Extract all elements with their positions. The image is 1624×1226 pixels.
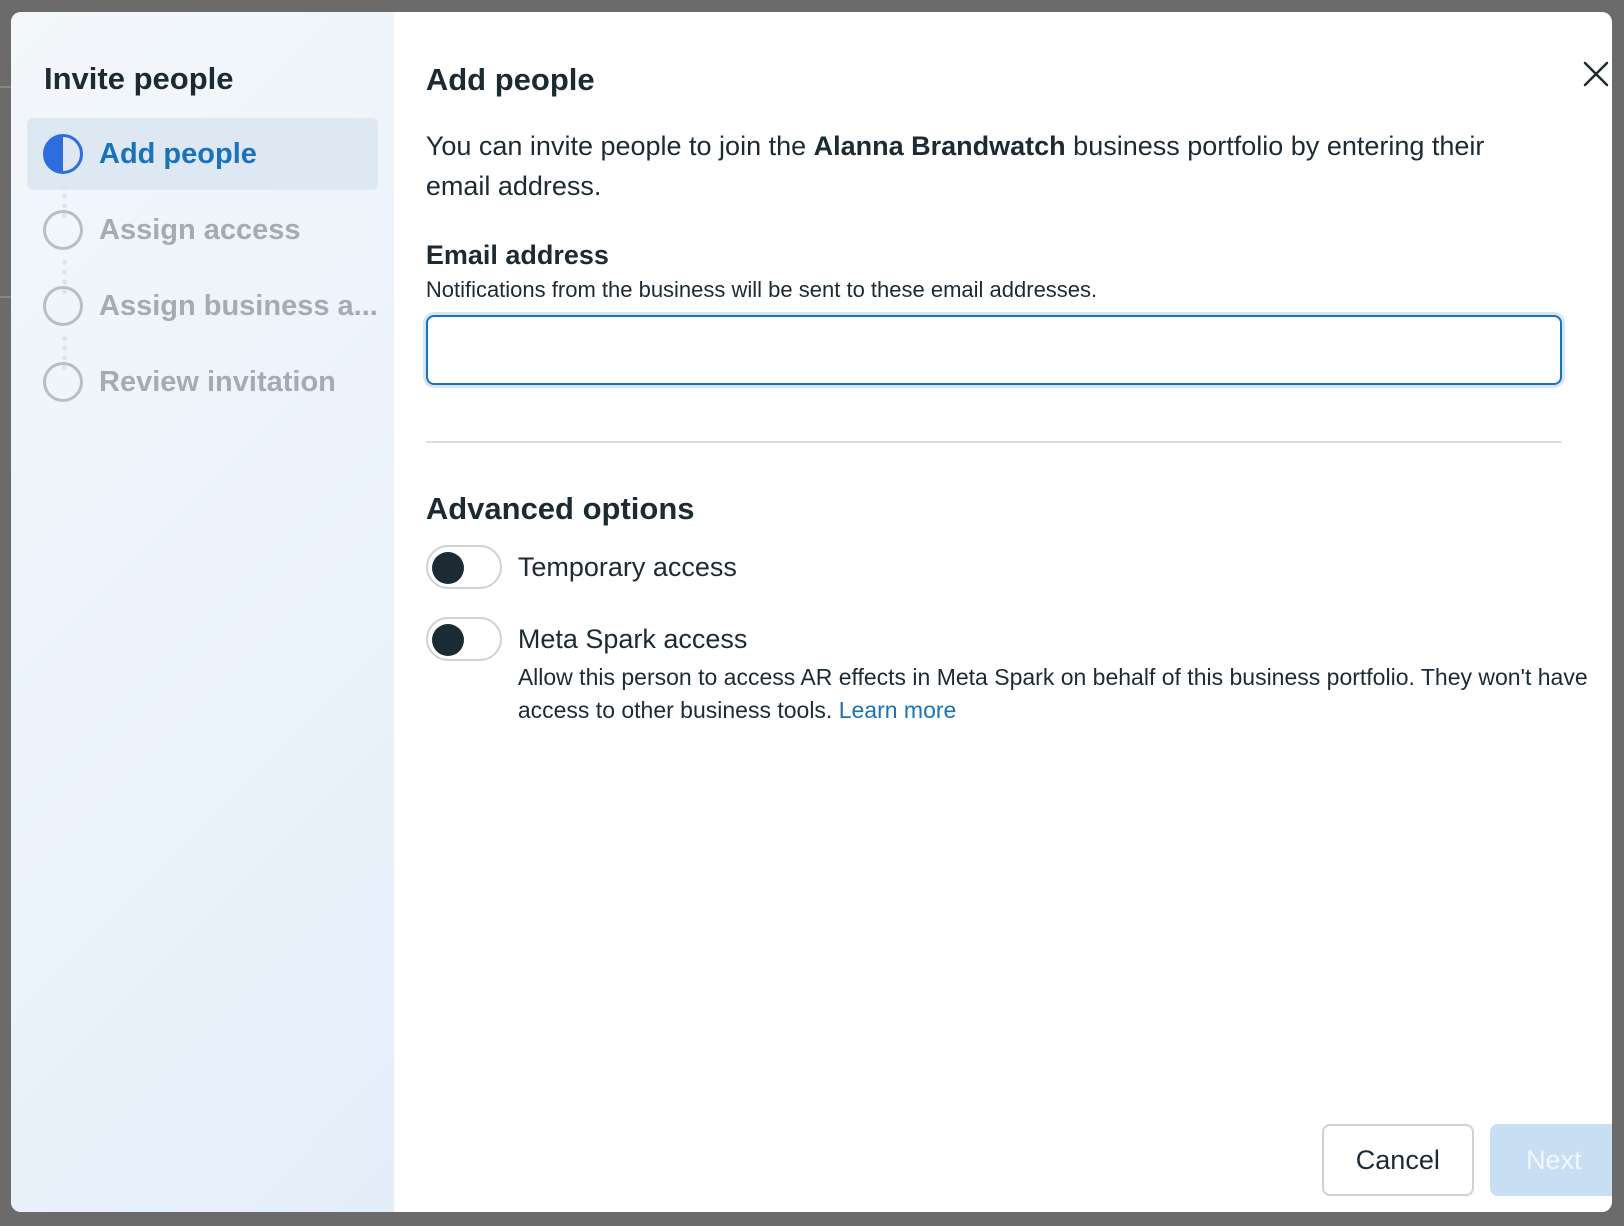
step-connector — [62, 260, 67, 294]
step-assign-access[interactable]: Assign access — [27, 194, 378, 266]
advanced-options-title: Advanced options — [425, 491, 695, 526]
step-label: Add people — [99, 137, 257, 170]
page-title: Add people — [425, 62, 595, 97]
toggle-knob — [431, 624, 464, 656]
step-label: Assign access — [99, 213, 301, 246]
meta-spark-description: Allow this person to access AR effects i… — [518, 661, 1612, 727]
intro-text: You can invite people to join the Alanna… — [426, 126, 1526, 206]
email-input[interactable] — [425, 315, 1562, 385]
email-label: Email address — [425, 240, 609, 270]
step-connector — [62, 336, 67, 370]
step-connector — [62, 184, 67, 218]
temporary-access-toggle[interactable] — [425, 545, 502, 589]
step-add-people[interactable]: Add people — [27, 118, 378, 190]
learn-more-link[interactable]: Learn more — [839, 697, 957, 723]
sidebar-title: Invite people — [44, 61, 234, 96]
dialog-footer: Cancel Next — [1321, 1124, 1612, 1196]
next-button[interactable]: Next — [1489, 1124, 1612, 1196]
temporary-access-row: Temporary access — [425, 545, 1612, 589]
step-label: Assign business a... — [99, 289, 378, 322]
step-review-invitation[interactable]: Review invitation — [27, 346, 378, 418]
toggle-text: Temporary access — [518, 545, 737, 589]
toggle-knob — [431, 552, 464, 584]
toggle-text: Meta Spark access Allow this person to a… — [518, 617, 1612, 727]
step-assign-business-assets[interactable]: Assign business a... — [27, 270, 378, 342]
step-label: Review invitation — [99, 365, 336, 398]
meta-spark-access-row: Meta Spark access Allow this person to a… — [425, 617, 1612, 727]
add-people-panel: Add people You can invite people to join… — [394, 12, 1612, 1212]
wizard-steps: Add people Assign access Assign business… — [27, 118, 378, 418]
close-icon — [1583, 61, 1609, 87]
business-name: Alanna Brandwatch — [813, 131, 1066, 161]
step-progress-icon — [43, 134, 83, 174]
description-text: Allow this person to access AR effects i… — [517, 664, 1588, 723]
meta-spark-access-label: Meta Spark access — [517, 624, 748, 654]
close-button[interactable] — [1578, 56, 1612, 92]
cancel-button[interactable]: Cancel — [1321, 1124, 1474, 1196]
meta-spark-access-toggle[interactable] — [425, 617, 502, 661]
email-hint: Notifications from the business will be … — [425, 277, 1098, 302]
intro-prefix: You can invite people to join the — [425, 131, 814, 161]
wizard-sidebar: Invite people Add people Assign access A… — [11, 12, 394, 1212]
section-divider — [425, 441, 1562, 443]
invite-people-dialog: Invite people Add people Assign access A… — [11, 12, 1612, 1212]
temporary-access-label: Temporary access — [517, 552, 737, 582]
